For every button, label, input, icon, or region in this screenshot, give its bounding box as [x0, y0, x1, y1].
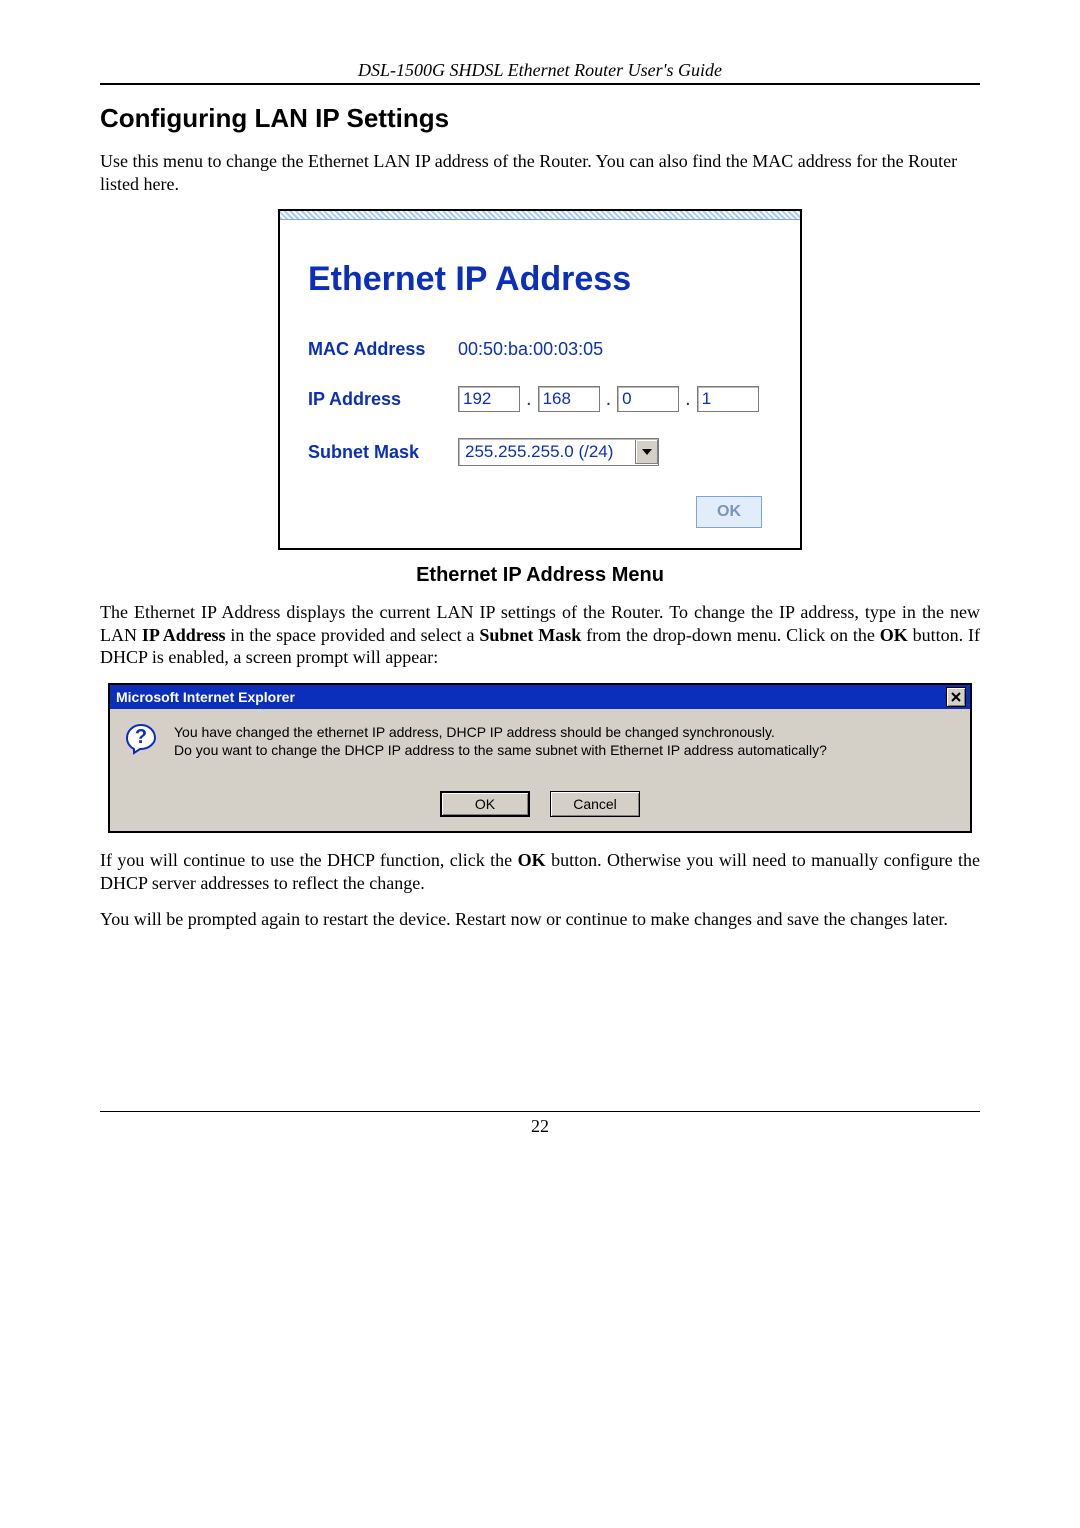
ip-octet-1[interactable] — [458, 386, 520, 412]
ok-button[interactable]: OK — [696, 496, 762, 528]
ie-confirm-dialog: Microsoft Internet Explorer ? You have c… — [108, 683, 972, 834]
dialog-nbsp — [174, 759, 827, 777]
ip-dot: . — [524, 388, 534, 411]
subnet-mask-value: 255.255.255.0 (/24) — [465, 442, 635, 462]
ip-dot: . — [683, 388, 693, 411]
page-footer: 22 — [100, 1111, 980, 1137]
text-fragment: If you will continue to use the DHCP fun… — [100, 850, 518, 870]
bold-ip-address: IP Address — [142, 625, 226, 645]
text-fragment: from the drop-down menu. Click on the — [581, 625, 879, 645]
panel-title: Ethernet IP Address — [308, 260, 772, 299]
question-icon: ? — [124, 723, 158, 757]
explanation-paragraph: The Ethernet IP Address displays the cur… — [100, 601, 980, 669]
ip-octet-2[interactable] — [538, 386, 600, 412]
bold-subnet-mask: Subnet Mask — [479, 625, 581, 645]
dialog-cancel-button[interactable]: Cancel — [550, 791, 640, 817]
panel-decorative-top — [280, 211, 800, 220]
dialog-line-1: You have changed the ethernet IP address… — [174, 723, 827, 741]
svg-text:?: ? — [135, 726, 147, 748]
final-paragraph: You will be prompted again to restart th… — [100, 908, 980, 931]
mac-address-value: 00:50:ba:00:03:05 — [458, 339, 603, 360]
dialog-message: You have changed the ethernet IP address… — [174, 723, 827, 778]
post-dialog-paragraph: If you will continue to use the DHCP fun… — [100, 849, 980, 894]
section-heading: Configuring LAN IP Settings — [100, 103, 980, 134]
dialog-title-text: Microsoft Internet Explorer — [116, 689, 295, 705]
ip-octet-3[interactable] — [617, 386, 679, 412]
mac-address-label: MAC Address — [308, 339, 458, 360]
dialog-line-2: Do you want to change the DHCP IP addres… — [174, 741, 827, 759]
chevron-down-icon[interactable] — [635, 440, 658, 464]
subnet-mask-label: Subnet Mask — [308, 442, 458, 463]
ethernet-ip-panel: Ethernet IP Address MAC Address 00:50:ba… — [278, 209, 802, 550]
ip-address-label: IP Address — [308, 389, 458, 410]
intro-paragraph: Use this menu to change the Ethernet LAN… — [100, 150, 980, 195]
ip-octet-4[interactable] — [697, 386, 759, 412]
subnet-mask-select[interactable]: 255.255.255.0 (/24) — [458, 438, 659, 466]
dialog-ok-button[interactable]: OK — [440, 791, 530, 817]
figure-caption: Ethernet IP Address Menu — [100, 564, 980, 587]
close-icon[interactable] — [946, 687, 966, 707]
ip-dot: . — [604, 388, 614, 411]
text-fragment: in the space provided and select a — [225, 625, 479, 645]
bold-ok: OK — [880, 625, 908, 645]
document-header: DSL-1500G SHDSL Ethernet Router User's G… — [100, 60, 980, 85]
bold-ok-2: OK — [518, 850, 546, 870]
ip-address-input-group: . . . — [458, 386, 759, 412]
page-number: 22 — [531, 1116, 549, 1136]
dialog-titlebar: Microsoft Internet Explorer — [110, 685, 970, 709]
